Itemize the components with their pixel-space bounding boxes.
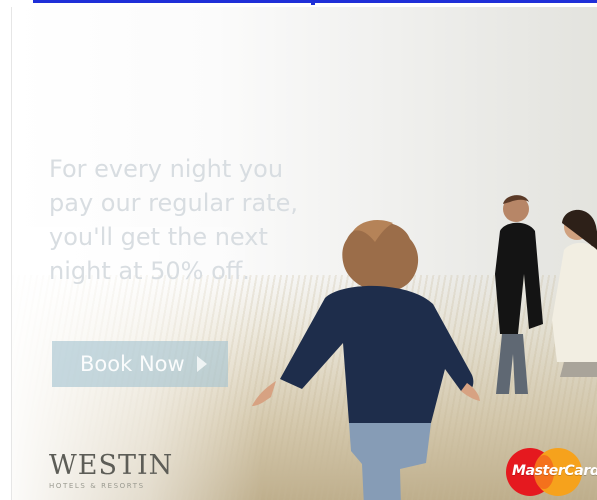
westin-wordmark: WESTIN	[49, 450, 174, 481]
westin-logo: WESTIN HOTELS & RESORTS	[49, 450, 179, 491]
headline-line-4: night at 50% off.	[49, 257, 250, 285]
headline-line-2: pay our regular rate,	[49, 189, 298, 217]
headline-line-1: For every night you	[49, 155, 284, 183]
top-link-fragment	[311, 0, 315, 5]
mastercard-text: MasterCard	[512, 463, 597, 479]
top-link-underline[interactable]	[33, 0, 597, 3]
book-now-button[interactable]: Book Now	[52, 341, 228, 387]
book-now-label: Book Now	[80, 352, 185, 376]
westin-ad-banner[interactable]: For every night you pay our regular rate…	[11, 7, 597, 500]
westin-tagline: HOTELS & RESORTS	[49, 482, 145, 490]
play-icon	[196, 356, 207, 372]
headline-line-3: you'll get the next	[49, 223, 268, 251]
woman-figure	[552, 210, 597, 377]
ad-headline: For every night you pay our regular rate…	[49, 152, 319, 288]
mastercard-logo: MasterCard	[506, 447, 597, 497]
